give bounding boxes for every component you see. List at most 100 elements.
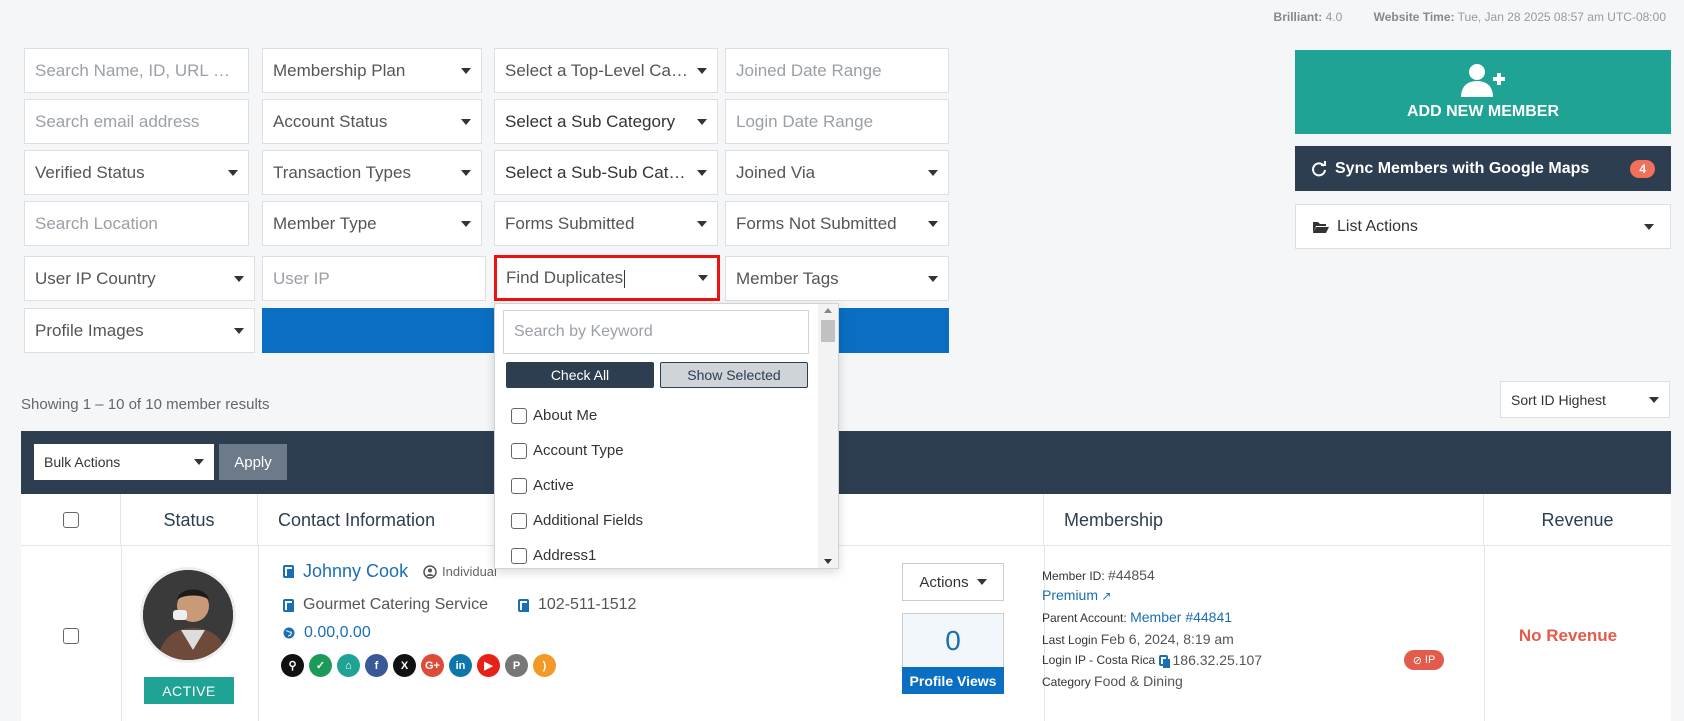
last-login: Last Login Feb 6, 2024, 8:19 am — [1042, 631, 1234, 647]
column-revenue: Revenue — [1541, 509, 1614, 530]
results-count: Showing 1 – 10 of 10 member results — [21, 396, 270, 413]
select-all-cell — [21, 494, 121, 546]
list-item[interactable]: Additional Fields — [511, 503, 643, 538]
linkedin-icon[interactable]: in — [449, 654, 472, 677]
find-duplicates-label: Find Duplicates — [506, 268, 624, 287]
list-actions-dropdown[interactable]: List Actions — [1295, 204, 1671, 249]
home-icon[interactable]: ⌂ — [337, 654, 360, 677]
dropdown-scrollbar[interactable] — [818, 304, 838, 568]
apply-button[interactable]: Apply — [219, 444, 287, 480]
show-selected-button[interactable]: Show Selected — [660, 362, 808, 388]
membership-plan-link[interactable]: Premium ↗ — [1042, 587, 1111, 603]
scroll-up-icon[interactable] — [824, 308, 832, 313]
list-item[interactable]: Account Type — [511, 433, 643, 468]
parent-account-link[interactable]: Member #44841 — [1130, 609, 1232, 625]
search-name-input[interactable]: Search Name, ID, URL or Tc — [24, 48, 249, 93]
member-name-link[interactable]: Johnny Cook — [283, 561, 408, 582]
find-duplicates-select[interactable]: Find Duplicates — [494, 255, 720, 301]
profile-views-button[interactable]: Profile Views — [902, 667, 1004, 694]
list-item[interactable]: About Me — [511, 398, 643, 433]
copy-icon[interactable] — [518, 598, 529, 612]
keyword-search-input[interactable]: Search by Keyword — [503, 310, 809, 354]
checkbox[interactable] — [511, 442, 527, 459]
chevron-down-icon — [234, 275, 244, 282]
brilliant-value: 4.0 — [1325, 10, 1343, 24]
check-icon[interactable]: ✓ — [309, 654, 332, 677]
member-company: Gourmet Catering Service — [283, 596, 488, 614]
list-actions-label: List Actions — [1337, 217, 1418, 235]
user-ip-input[interactable]: User IP — [262, 256, 486, 301]
avatar[interactable] — [140, 567, 236, 663]
facebook-icon[interactable]: f — [365, 654, 388, 677]
row-checkbox[interactable] — [63, 628, 79, 644]
chevron-down-icon — [461, 118, 471, 125]
forms-submitted-select[interactable]: Forms Submitted — [494, 201, 718, 246]
youtube-icon[interactable]: ▶ — [477, 654, 500, 677]
checkbox[interactable] — [511, 512, 527, 529]
login-date-range-input[interactable]: Login Date Range — [725, 99, 949, 144]
transaction-types-select[interactable]: Transaction Types — [262, 150, 482, 195]
scroll-down-icon[interactable] — [824, 559, 832, 564]
scrollbar-thumb[interactable] — [821, 320, 835, 342]
copy-icon[interactable] — [1158, 654, 1170, 668]
status-badge: ACTIVE — [144, 677, 234, 704]
member-category: Category Food & Dining — [1042, 673, 1183, 689]
member-coordinates[interactable]: 0.00,0.00 — [283, 624, 371, 642]
checkbox[interactable] — [511, 407, 527, 424]
profile-images-select[interactable]: Profile Images — [24, 308, 255, 353]
user-ip-country-select[interactable]: User IP Country — [24, 256, 255, 301]
login-ip: Login IP - Costa Rica 186.32.25.107 — [1042, 652, 1263, 668]
pin-icon[interactable]: ⚲ — [281, 654, 304, 677]
rss-icon[interactable]: ) — [533, 654, 556, 677]
chevron-down-icon — [234, 327, 244, 334]
revenue-value: No Revenue — [1518, 626, 1618, 645]
table-row — [21, 546, 1671, 721]
user-circle-icon — [423, 564, 437, 579]
chevron-down-icon — [928, 275, 938, 282]
copy-icon[interactable] — [283, 565, 294, 578]
member-phone: 102-511-1512 — [518, 596, 636, 614]
verified-status-select[interactable]: Verified Status — [24, 150, 249, 195]
ip-ban-badge[interactable]: ⊘ IP — [1404, 650, 1444, 670]
sub-sub-category-select[interactable]: Select a Sub-Sub Cate... — [494, 150, 718, 195]
parent-account: Parent Account: Member #44841 — [1042, 609, 1233, 625]
member-tags-select[interactable]: Member Tags — [725, 256, 949, 301]
sync-google-maps-button[interactable]: Sync Members with Google Maps 4 — [1295, 146, 1671, 191]
joined-via-select[interactable]: Joined Via — [725, 150, 949, 195]
sort-select[interactable]: Sort ID Highest — [1500, 381, 1670, 418]
pinterest-icon[interactable]: P — [505, 654, 528, 677]
bulk-actions-select[interactable]: Bulk Actions — [34, 444, 214, 480]
list-item[interactable]: Active — [511, 468, 643, 503]
check-all-button[interactable]: Check All — [506, 362, 654, 388]
chevron-down-icon — [698, 275, 708, 281]
actions-button[interactable]: Actions — [902, 563, 1004, 601]
top-category-select[interactable]: Select a Top-Level Cat... — [494, 48, 718, 93]
member-type: Individual — [423, 564, 497, 579]
list-item[interactable]: Address1 — [511, 538, 643, 573]
account-status-select[interactable]: Account Status — [262, 99, 482, 144]
select-all-checkbox[interactable] — [62, 512, 79, 528]
joined-date-range-input[interactable]: Joined Date Range — [725, 48, 949, 93]
chevron-down-icon — [1644, 223, 1654, 230]
member-id: Member ID: #44854 — [1042, 567, 1155, 583]
add-new-member-button[interactable]: ADD NEW MEMBER — [1295, 50, 1671, 134]
chevron-down-icon — [194, 459, 204, 465]
member-type-select[interactable]: Member Type — [262, 201, 482, 246]
checkbox[interactable] — [511, 477, 527, 494]
copy-icon[interactable] — [283, 598, 294, 612]
sync-count-badge: 4 — [1630, 159, 1655, 178]
google-plus-icon[interactable]: G+ — [421, 654, 444, 677]
external-link-icon: ↗ — [1101, 589, 1112, 603]
x-icon[interactable]: X — [393, 654, 416, 677]
chevron-down-icon — [697, 67, 707, 74]
chevron-down-icon — [697, 118, 707, 125]
membership-plan-select[interactable]: Membership Plan — [262, 48, 482, 93]
forms-not-submitted-select[interactable]: Forms Not Submitted — [725, 201, 949, 246]
search-email-input[interactable]: Search email address — [24, 99, 249, 144]
sub-category-select[interactable]: Select a Sub Category — [494, 99, 718, 144]
find-duplicates-dropdown: Search by Keyword Check All Show Selecte… — [494, 303, 839, 569]
chevron-down-icon — [697, 220, 707, 227]
search-location-input[interactable]: Search Location — [24, 201, 249, 246]
sync-label: Sync Members with Google Maps — [1335, 159, 1590, 177]
checkbox[interactable] — [511, 547, 527, 564]
